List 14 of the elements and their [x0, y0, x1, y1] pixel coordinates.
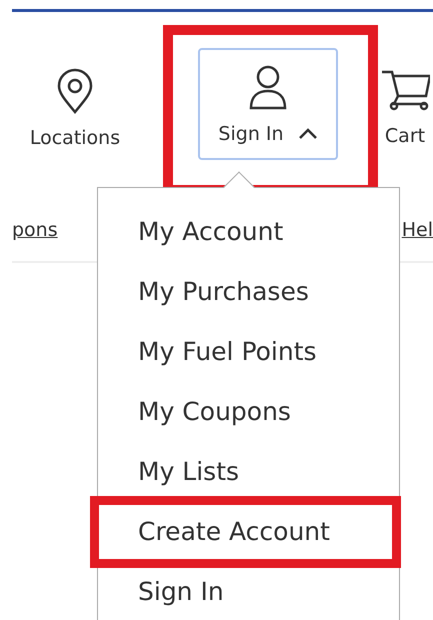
- nav-link[interactable]: Hel: [402, 216, 433, 245]
- sign-in-button[interactable]: Sign In: [198, 48, 338, 160]
- chevron-up-icon: [298, 128, 318, 140]
- cart-button[interactable]: Cart: [380, 54, 430, 150]
- menu-item[interactable]: My Coupons: [98, 382, 399, 442]
- menu-item[interactable]: My Account: [98, 202, 399, 262]
- user-icon: [248, 64, 288, 110]
- menu-item[interactable]: My Purchases: [98, 262, 399, 322]
- locations-button[interactable]: Locations: [12, 54, 138, 152]
- menu-item[interactable]: My Fuel Points: [98, 322, 399, 382]
- nav-link[interactable]: pons: [12, 216, 58, 245]
- pin-icon: [55, 68, 95, 114]
- cart-icon: [380, 68, 430, 112]
- menu-item[interactable]: Create Account: [90, 496, 401, 568]
